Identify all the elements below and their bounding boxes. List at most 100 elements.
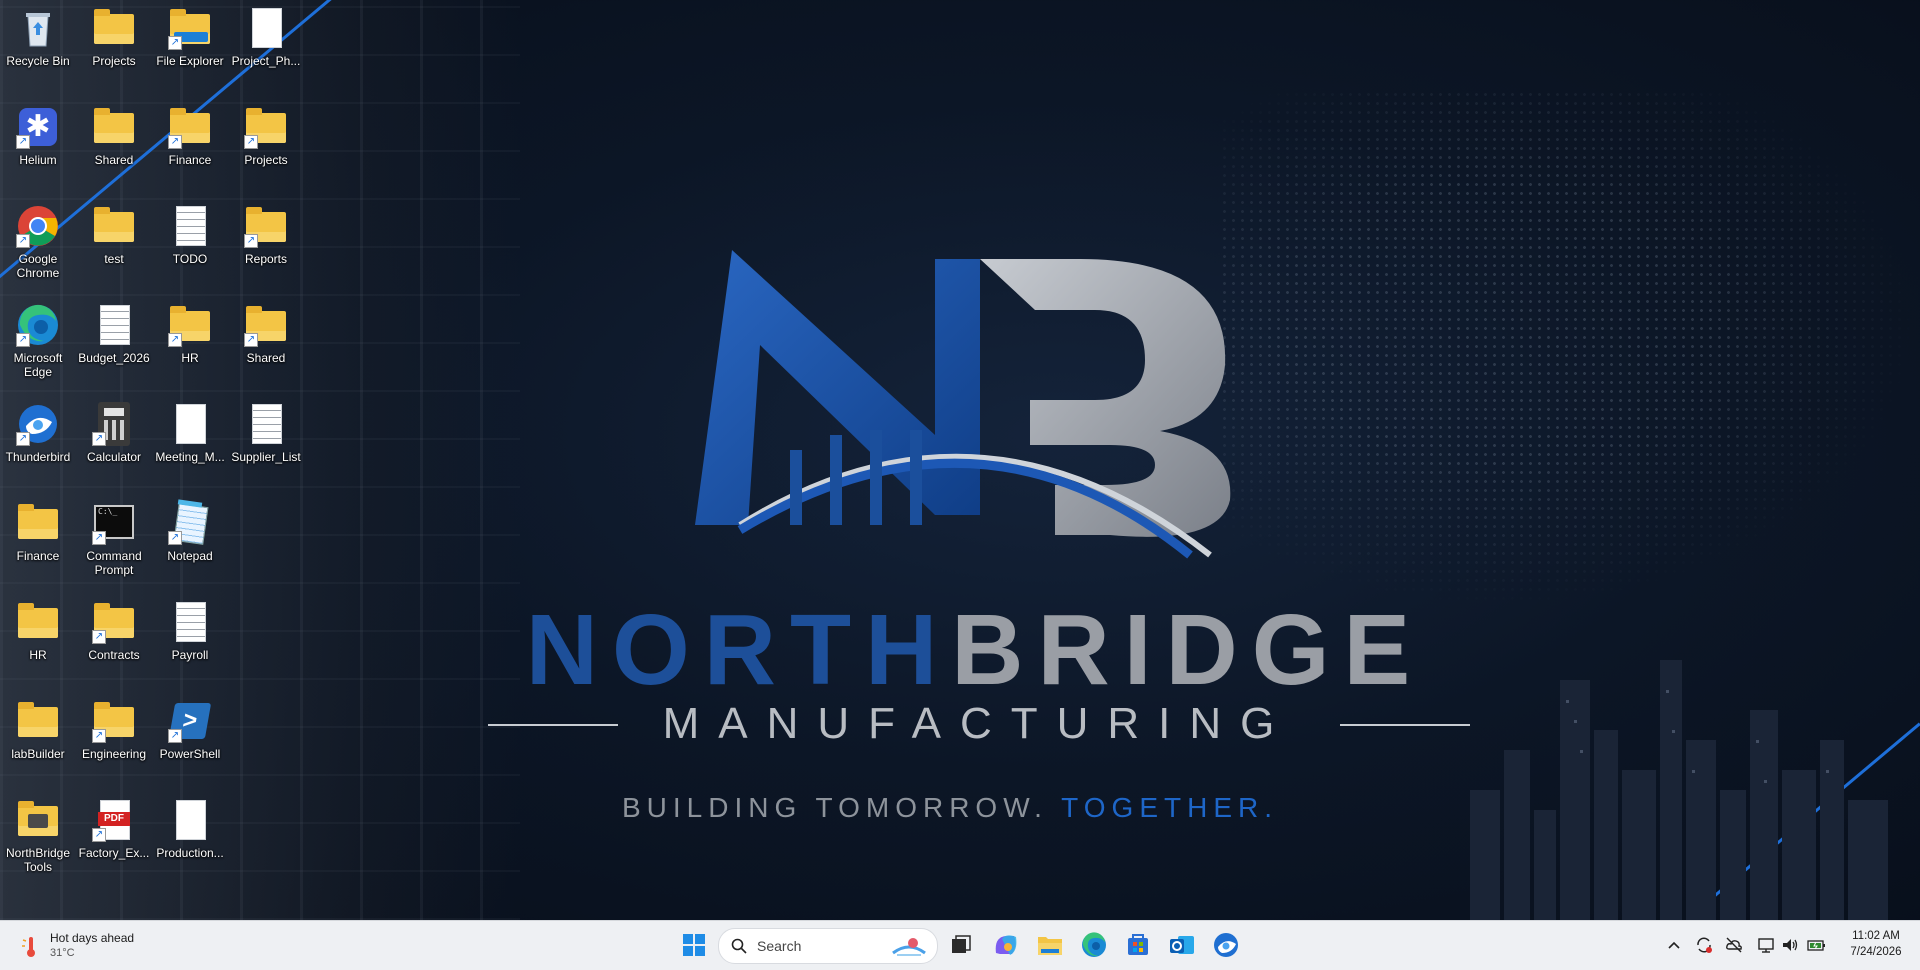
desktop-icon-notepad[interactable]: ↗ Notepad	[152, 499, 228, 563]
tagline: BUILDING TOMORROW. TOGETHER.	[540, 792, 1360, 824]
folder-shortcut-icon: ↗	[244, 105, 288, 149]
desktop-icon-label: Command Prompt	[86, 549, 142, 577]
folder-shortcut-icon: ↗	[244, 204, 288, 248]
desktop-icon-label: Meeting_M...	[155, 450, 225, 464]
desktop-icon-google-chrome[interactable]: ↗ Google Chrome	[0, 204, 76, 280]
desktop-icon-command-prompt[interactable]: C:\_ ↗ Command Prompt	[76, 501, 152, 577]
desktop-icon-labbuilder[interactable]: labBuilder	[0, 699, 76, 761]
desktop-icon-microsoft-edge[interactable]: ↗ Microsoft Edge	[0, 303, 76, 379]
weather-widget[interactable]: Hot days ahead 31°C	[14, 927, 174, 965]
task-view-button[interactable]	[942, 927, 978, 963]
edge-icon	[1082, 932, 1106, 957]
start-icon	[683, 934, 705, 956]
desktop-icon-label: NorthBridge Tools	[5, 846, 71, 874]
desktop-icon-production[interactable]: Production...	[152, 798, 228, 860]
desktop-icon-thunderbird[interactable]: ↗ Thunderbird	[0, 402, 76, 464]
search-icon	[731, 938, 747, 954]
desktop-icon-helium[interactable]: ✱ ↗ Helium	[0, 105, 76, 167]
folder-shortcut-icon: ↗	[92, 699, 136, 743]
desktop-icon-label: Production...	[156, 846, 224, 860]
desktop-icon-contracts[interactable]: ↗ Contracts	[76, 600, 152, 662]
desktop[interactable]: NORTHBRIDGE MANUFACTURING BUILDING TOMOR…	[0, 0, 1920, 920]
volume-icon[interactable]	[1780, 935, 1800, 955]
command-prompt-icon: C:\_ ↗	[92, 501, 136, 545]
desktop-icon-label: Payroll	[171, 648, 209, 662]
desktop-icon-finance[interactable]: Finance	[0, 501, 76, 563]
sync-update-icon[interactable]	[1694, 935, 1714, 955]
desktop-icon-hr-shortcut[interactable]: ↗ HR	[152, 303, 228, 365]
tagline-accent: TOGETHER	[1061, 792, 1265, 823]
text-document-icon	[92, 303, 136, 347]
folder-icon	[92, 105, 136, 149]
thunderbird-icon: ↗	[16, 402, 60, 446]
desktop-icon-factory-ex[interactable]: PDF ↗ Factory_Ex...	[76, 798, 152, 860]
desktop-icon-recycle-bin[interactable]: Recycle Bin	[0, 6, 76, 68]
desktop-icon-budget-2026[interactable]: Budget_2026	[76, 303, 152, 365]
desktop-icon-projects-shortcut[interactable]: ↗ Projects	[228, 105, 304, 167]
desktop-icon-shared[interactable]: Shared	[76, 105, 152, 167]
desktop-icon-supplier-list[interactable]: Supplier_List	[228, 402, 304, 464]
document-icon	[168, 402, 212, 446]
desktop-icon-label: Reports	[244, 252, 288, 266]
desktop-icon-todo[interactable]: TODO	[152, 204, 228, 266]
taskbar-search[interactable]	[718, 928, 938, 964]
file-explorer-taskbar-button[interactable]	[1032, 927, 1068, 963]
desktop-icon-project-ph[interactable]: Project_Ph...	[228, 6, 304, 68]
start-button[interactable]	[676, 927, 712, 963]
desktop-icon-powershell[interactable]: > ↗ PowerShell	[152, 699, 228, 761]
taskbar: Hot days ahead 31°C Search 11:02 AM 7/24…	[0, 920, 1920, 970]
cloud-offline-icon[interactable]	[1724, 935, 1744, 955]
network-icon[interactable]	[1756, 935, 1776, 955]
document-icon	[168, 798, 212, 842]
desktop-icon-label: Projects	[92, 54, 136, 68]
thunderbird-taskbar-button[interactable]	[1208, 927, 1244, 963]
show-hidden-icons-chevron-icon[interactable]	[1664, 935, 1684, 955]
desktop-icon-meeting-m[interactable]: Meeting_M...	[152, 402, 228, 464]
battery-charging-icon[interactable]	[1806, 935, 1826, 955]
desktop-icon-label: Engineering	[81, 747, 147, 761]
calculator-icon: ↗	[92, 402, 136, 446]
desktop-icon-payroll[interactable]: Payroll	[152, 600, 228, 662]
desktop-icon-shared-shortcut[interactable]: ↗ Shared	[228, 303, 304, 365]
copilot-icon	[995, 935, 1017, 955]
weather-temperature: 31°C	[50, 947, 75, 959]
file-explorer-icon	[1038, 937, 1062, 955]
folder-shortcut-icon: ↗	[168, 303, 212, 347]
desktop-icon-label: Shared	[94, 153, 134, 167]
thermometer-icon	[22, 937, 35, 957]
desktop-icon-label: Projects	[244, 153, 288, 167]
outlook-taskbar-button[interactable]	[1164, 927, 1200, 963]
desktop-icon-projects[interactable]: Projects	[76, 6, 152, 68]
desktop-icon-calculator[interactable]: ↗ Calculator	[76, 402, 152, 464]
desktop-icon-northbridge-tools[interactable]: NorthBridge Tools	[0, 798, 76, 874]
city-skyline	[1470, 660, 1888, 920]
desktop-icon-label: HR	[29, 648, 47, 662]
folder-tools-icon	[16, 798, 60, 842]
system-clock[interactable]: 11:02 AM 7/24/2026	[1840, 928, 1912, 960]
desktop-icon-test[interactable]: test	[76, 204, 152, 266]
store-taskbar-button[interactable]	[1120, 927, 1156, 963]
manufacturing-text: MANUFACTURING	[662, 699, 1294, 748]
desktop-icon-hr[interactable]: HR	[0, 600, 76, 662]
desktop-icon-file-explorer[interactable]: ↗ File Explorer	[152, 6, 228, 68]
edge-taskbar-button[interactable]	[1076, 927, 1112, 963]
desktop-icon-reports[interactable]: ↗ Reports	[228, 204, 304, 266]
divider-left	[488, 724, 618, 726]
brand-north-text: NORTH	[525, 594, 952, 706]
text-document-icon	[244, 402, 288, 446]
desktop-icon-engineering[interactable]: ↗ Engineering	[76, 699, 152, 761]
desktop-icon-finance-shortcut[interactable]: ↗ Finance	[152, 105, 228, 167]
desktop-icon-label: Google Chrome	[16, 252, 60, 280]
desktop-icon-label: Project_Ph...	[231, 54, 301, 68]
desktop-icon-label: Recycle Bin	[6, 54, 70, 68]
helium-icon: ✱ ↗	[16, 105, 60, 149]
powershell-icon: > ↗	[168, 699, 212, 743]
search-input[interactable]	[755, 937, 879, 955]
desktop-icon-label: Thunderbird	[5, 450, 71, 464]
weather-title: Hot days ahead	[50, 931, 135, 945]
manufacturing-row: MANUFACTURING	[488, 699, 1470, 752]
folder-icon	[92, 6, 136, 50]
copilot-button[interactable]	[988, 927, 1024, 963]
divider-right	[1340, 724, 1470, 726]
clock-time: 11:02 AM	[1852, 930, 1900, 942]
